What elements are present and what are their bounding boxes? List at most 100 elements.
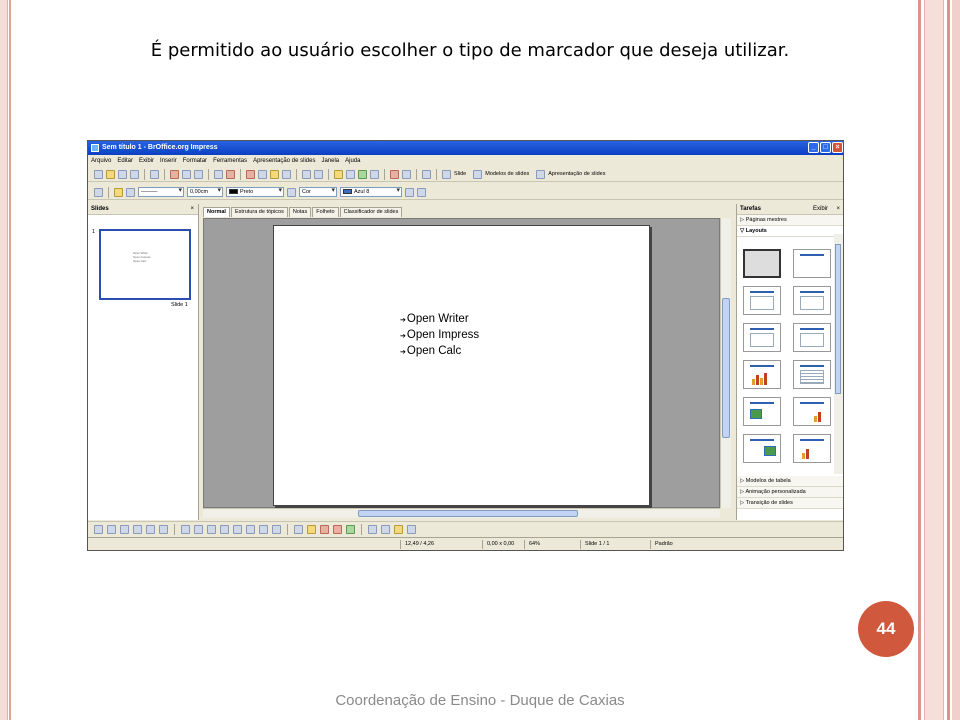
menu-apresentacao[interactable]: Apresentação de slides — [253, 156, 315, 166]
points-icon[interactable] — [294, 524, 303, 534]
glue-points-icon[interactable] — [407, 524, 416, 534]
from-file-icon[interactable] — [320, 524, 329, 534]
tab-outline[interactable]: Estrutura de tópicos — [230, 207, 288, 217]
gallery-icon[interactable] — [333, 524, 342, 534]
text-tool-icon[interactable] — [159, 524, 168, 534]
tab-notes[interactable]: Notas — [288, 207, 312, 217]
paste-icon[interactable] — [270, 169, 279, 179]
print-icon[interactable] — [182, 169, 191, 179]
help-icon[interactable] — [422, 169, 431, 179]
slide-templates-button[interactable]: Modelos de slides — [485, 171, 529, 177]
layout-title-text-alt[interactable] — [793, 323, 831, 352]
bullet-item[interactable]: ➔Open Calc — [400, 344, 479, 360]
layout-title-only[interactable] — [793, 249, 831, 278]
bullet-list[interactable]: ➔Open Writer ➔Open Impress ➔Open Calc — [400, 312, 479, 360]
curve-tool-icon[interactable] — [181, 524, 190, 534]
new-document-icon[interactable] — [94, 169, 103, 179]
layout-title-content-alt[interactable] — [793, 286, 831, 315]
menu-janela[interactable]: Janela — [321, 156, 339, 166]
symbol-shapes-icon[interactable] — [220, 524, 229, 534]
section-slide-transition[interactable]: ▷ Transição de slides — [737, 498, 843, 509]
line-width-field[interactable]: 0,00cm — [187, 187, 223, 197]
maximize-button[interactable]: □ — [820, 142, 831, 153]
layout-text-clipart[interactable] — [743, 434, 781, 463]
line-style-icon[interactable] — [114, 187, 123, 197]
tasks-scrollbar[interactable] — [834, 234, 843, 474]
line-color-select[interactable]: Preto — [226, 187, 284, 197]
slides-pane-close-icon[interactable]: × — [190, 204, 194, 215]
tab-slide-sorter[interactable]: Classificador de slides — [339, 207, 403, 217]
block-arrows-icon[interactable] — [233, 524, 242, 534]
tasks-view-menu[interactable]: Exibir — [813, 204, 828, 215]
presentation-icon[interactable] — [536, 169, 546, 179]
slide-page[interactable]: ➔Open Writer ➔Open Impress ➔Open Calc — [273, 225, 650, 506]
layout-text-chart[interactable] — [793, 397, 831, 426]
menu-arquivo[interactable]: Arquivo — [91, 156, 111, 166]
basic-shapes-icon[interactable] — [207, 524, 216, 534]
rotate-icon[interactable] — [368, 524, 377, 534]
bullet-item[interactable]: ➔Open Writer — [400, 312, 479, 328]
table-icon[interactable] — [346, 169, 355, 179]
slide-button[interactable]: Slide — [454, 171, 466, 177]
layout-blank[interactable] — [743, 249, 781, 278]
connector-tool-icon[interactable] — [194, 524, 203, 534]
stars-icon[interactable] — [272, 524, 281, 534]
menu-inserir[interactable]: Inserir — [160, 156, 177, 166]
spellcheck-icon[interactable] — [214, 169, 223, 179]
status-zoom[interactable]: 64% — [524, 540, 562, 549]
section-layouts[interactable]: ▽ Layouts — [737, 226, 843, 237]
chart-icon[interactable] — [334, 169, 343, 179]
fill-bucket-icon[interactable] — [287, 187, 296, 197]
arrow-line-icon[interactable] — [120, 524, 129, 534]
bullet-item[interactable]: ➔Open Impress — [400, 328, 479, 344]
select-arrow-icon[interactable] — [94, 524, 103, 534]
tasks-scroll-thumb[interactable] — [835, 244, 841, 394]
flowchart-icon[interactable] — [246, 524, 255, 534]
tab-handout[interactable]: Folheto — [312, 207, 339, 217]
callouts-icon[interactable] — [259, 524, 268, 534]
grid-icon[interactable] — [370, 169, 379, 179]
presentation-button[interactable]: Apresentação de slides — [548, 171, 605, 177]
ellipse-tool-icon[interactable] — [146, 524, 155, 534]
close-window-button[interactable]: × — [832, 142, 843, 153]
layout-title-table[interactable] — [793, 360, 831, 389]
menu-ferramentas[interactable]: Ferramentas — [213, 156, 247, 166]
navigator-icon[interactable] — [358, 169, 367, 179]
draw-functions-icon[interactable] — [390, 169, 399, 179]
save-icon[interactable] — [118, 169, 127, 179]
vertical-scrollbar[interactable] — [720, 218, 731, 508]
line-tool-icon[interactable] — [107, 524, 116, 534]
line-style-select[interactable]: ——— — [138, 187, 184, 197]
print-preview-icon[interactable] — [194, 169, 203, 179]
layout-title-content[interactable] — [743, 286, 781, 315]
copy-icon[interactable] — [258, 169, 267, 179]
section-table-design[interactable]: ▷ Modelos de tabela — [737, 476, 843, 487]
redo-icon[interactable] — [314, 169, 323, 179]
slide-templates-icon[interactable] — [473, 169, 483, 179]
email-icon[interactable] — [130, 169, 139, 179]
undo-icon[interactable] — [302, 169, 311, 179]
autospell-icon[interactable] — [226, 169, 235, 179]
menu-exibir[interactable]: Exibir — [139, 156, 154, 166]
tab-normal[interactable]: Normal — [203, 207, 230, 217]
horizontal-scroll-thumb[interactable] — [358, 510, 578, 517]
section-custom-animation[interactable]: ▷ Animação personalizada — [737, 487, 843, 498]
rectangle-tool-icon[interactable] — [133, 524, 142, 534]
shadow-icon[interactable] — [405, 187, 414, 197]
export-pdf-icon[interactable] — [170, 169, 179, 179]
align-icon[interactable] — [381, 524, 390, 534]
format-paintbrush-icon[interactable] — [282, 169, 291, 179]
open-folder-icon[interactable] — [106, 169, 115, 179]
slide-thumbnail[interactable]: Open Writer Open Impress Open Calc — [99, 229, 191, 300]
fill-color-select[interactable]: Azul 8 — [340, 187, 402, 197]
slide-canvas[interactable]: ➔Open Writer ➔Open Impress ➔Open Calc — [203, 218, 720, 508]
layout-chart-text[interactable] — [793, 434, 831, 463]
layout-title-text[interactable] — [743, 323, 781, 352]
object-icon[interactable] — [94, 187, 103, 197]
section-master-pages[interactable]: ▷ Páginas mestres — [737, 215, 843, 226]
tasks-pane-close-icon[interactable]: × — [836, 204, 840, 215]
extrusion-icon[interactable] — [346, 524, 355, 534]
menu-ajuda[interactable]: Ajuda — [345, 156, 360, 166]
layout-clipart-text[interactable] — [743, 397, 781, 426]
menu-formatar[interactable]: Formatar — [183, 156, 207, 166]
